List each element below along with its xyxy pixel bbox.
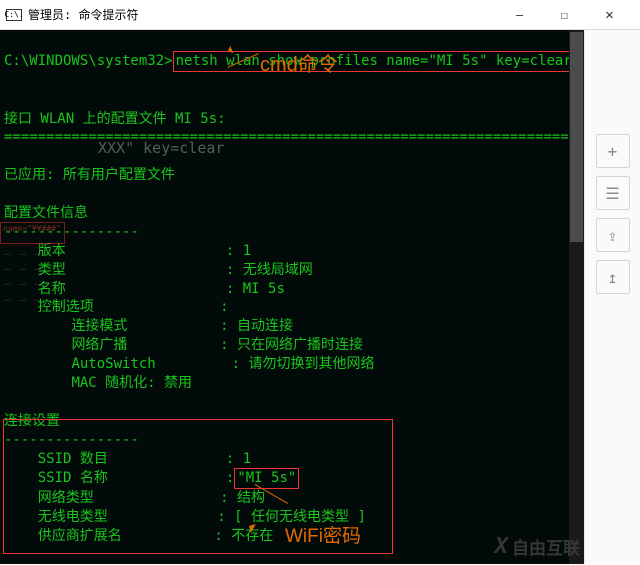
profile-header: 接口 WLAN 上的配置文件 MI 5s: bbox=[4, 111, 226, 127]
console-output[interactable]: C:\WINDOWS\system32>netsh wlan show prof… bbox=[0, 30, 584, 564]
watermark-text: 自由互联 bbox=[512, 534, 580, 559]
sidebar-list-icon[interactable]: ☰ bbox=[596, 176, 630, 210]
sidebar-share-icon[interactable]: ⇪ bbox=[596, 218, 630, 252]
window-title: 管理员: 命令提示符 bbox=[28, 6, 497, 23]
ghost-line: — — — bbox=[4, 262, 42, 275]
cmd-window: C:\. 管理员: 命令提示符 — ☐ ✕ C:\WINDOWS\system3… bbox=[0, 0, 640, 565]
dash: ---------------- bbox=[4, 432, 139, 448]
watermark-icon: X bbox=[495, 534, 508, 559]
row-ssid-count: SSID 数目 : 1 bbox=[4, 451, 251, 467]
cmd-icon: C:\. bbox=[6, 9, 22, 21]
row-connmode: 连接模式 : 自动连接 bbox=[4, 318, 293, 334]
ghost-small-box: name="¥¥###" bbox=[0, 222, 65, 244]
maximize-button[interactable]: ☐ bbox=[542, 0, 587, 30]
row-autoswitch: AutoSwitch : 请勿切换到其他网络 bbox=[4, 356, 374, 372]
close-button[interactable]: ✕ bbox=[587, 0, 632, 30]
arrow-wifi-annot bbox=[246, 503, 288, 531]
annotation-cmd: cmd命令 bbox=[260, 48, 338, 77]
ghost-line: — — — bbox=[4, 277, 42, 290]
arrow-cmd-annot bbox=[226, 48, 262, 68]
ghost-cmd-overlay: XXX" key=clear bbox=[98, 139, 224, 157]
applied-label: 已应用: 所有用户配置文件 bbox=[4, 167, 175, 183]
watermark: X 自由互联 bbox=[495, 534, 580, 559]
console-scrollbar[interactable] bbox=[569, 30, 584, 564]
right-sidebar: + ☰ ⇪ ↥ bbox=[584, 30, 640, 564]
ghost-line: — — — bbox=[4, 247, 42, 260]
row-mac: MAC 随机化: 禁用 bbox=[4, 375, 192, 391]
row-name: 名称 : MI 5s bbox=[4, 281, 285, 297]
titlebar: C:\. 管理员: 命令提示符 — ☐ ✕ bbox=[0, 0, 640, 30]
scrollbar-thumb[interactable] bbox=[570, 32, 583, 242]
sidebar-add-icon[interactable]: + bbox=[596, 134, 630, 168]
annotation-wifi: WiFi密码 bbox=[285, 521, 361, 548]
row-type: 类型 : 无线局域网 bbox=[4, 262, 313, 278]
row-nettype: 网络类型 : 结构 bbox=[4, 490, 265, 506]
section-conn: 连接设置 bbox=[4, 413, 60, 429]
section-profile-info: 配置文件信息 bbox=[4, 205, 88, 221]
prompt-path: C:\WINDOWS\system32> bbox=[4, 53, 173, 69]
window-controls: — ☐ ✕ bbox=[497, 0, 632, 30]
sidebar-upload-icon[interactable]: ↥ bbox=[596, 260, 630, 294]
row-broadcast: 网络广播 : 只在网络广播时连接 bbox=[4, 337, 363, 353]
minimize-button[interactable]: — bbox=[497, 0, 542, 30]
divider: ========================================… bbox=[4, 129, 584, 145]
ghost-line: — — — bbox=[4, 293, 42, 306]
row-vendor: 供应商扩展名 : 不存在 bbox=[4, 528, 273, 544]
